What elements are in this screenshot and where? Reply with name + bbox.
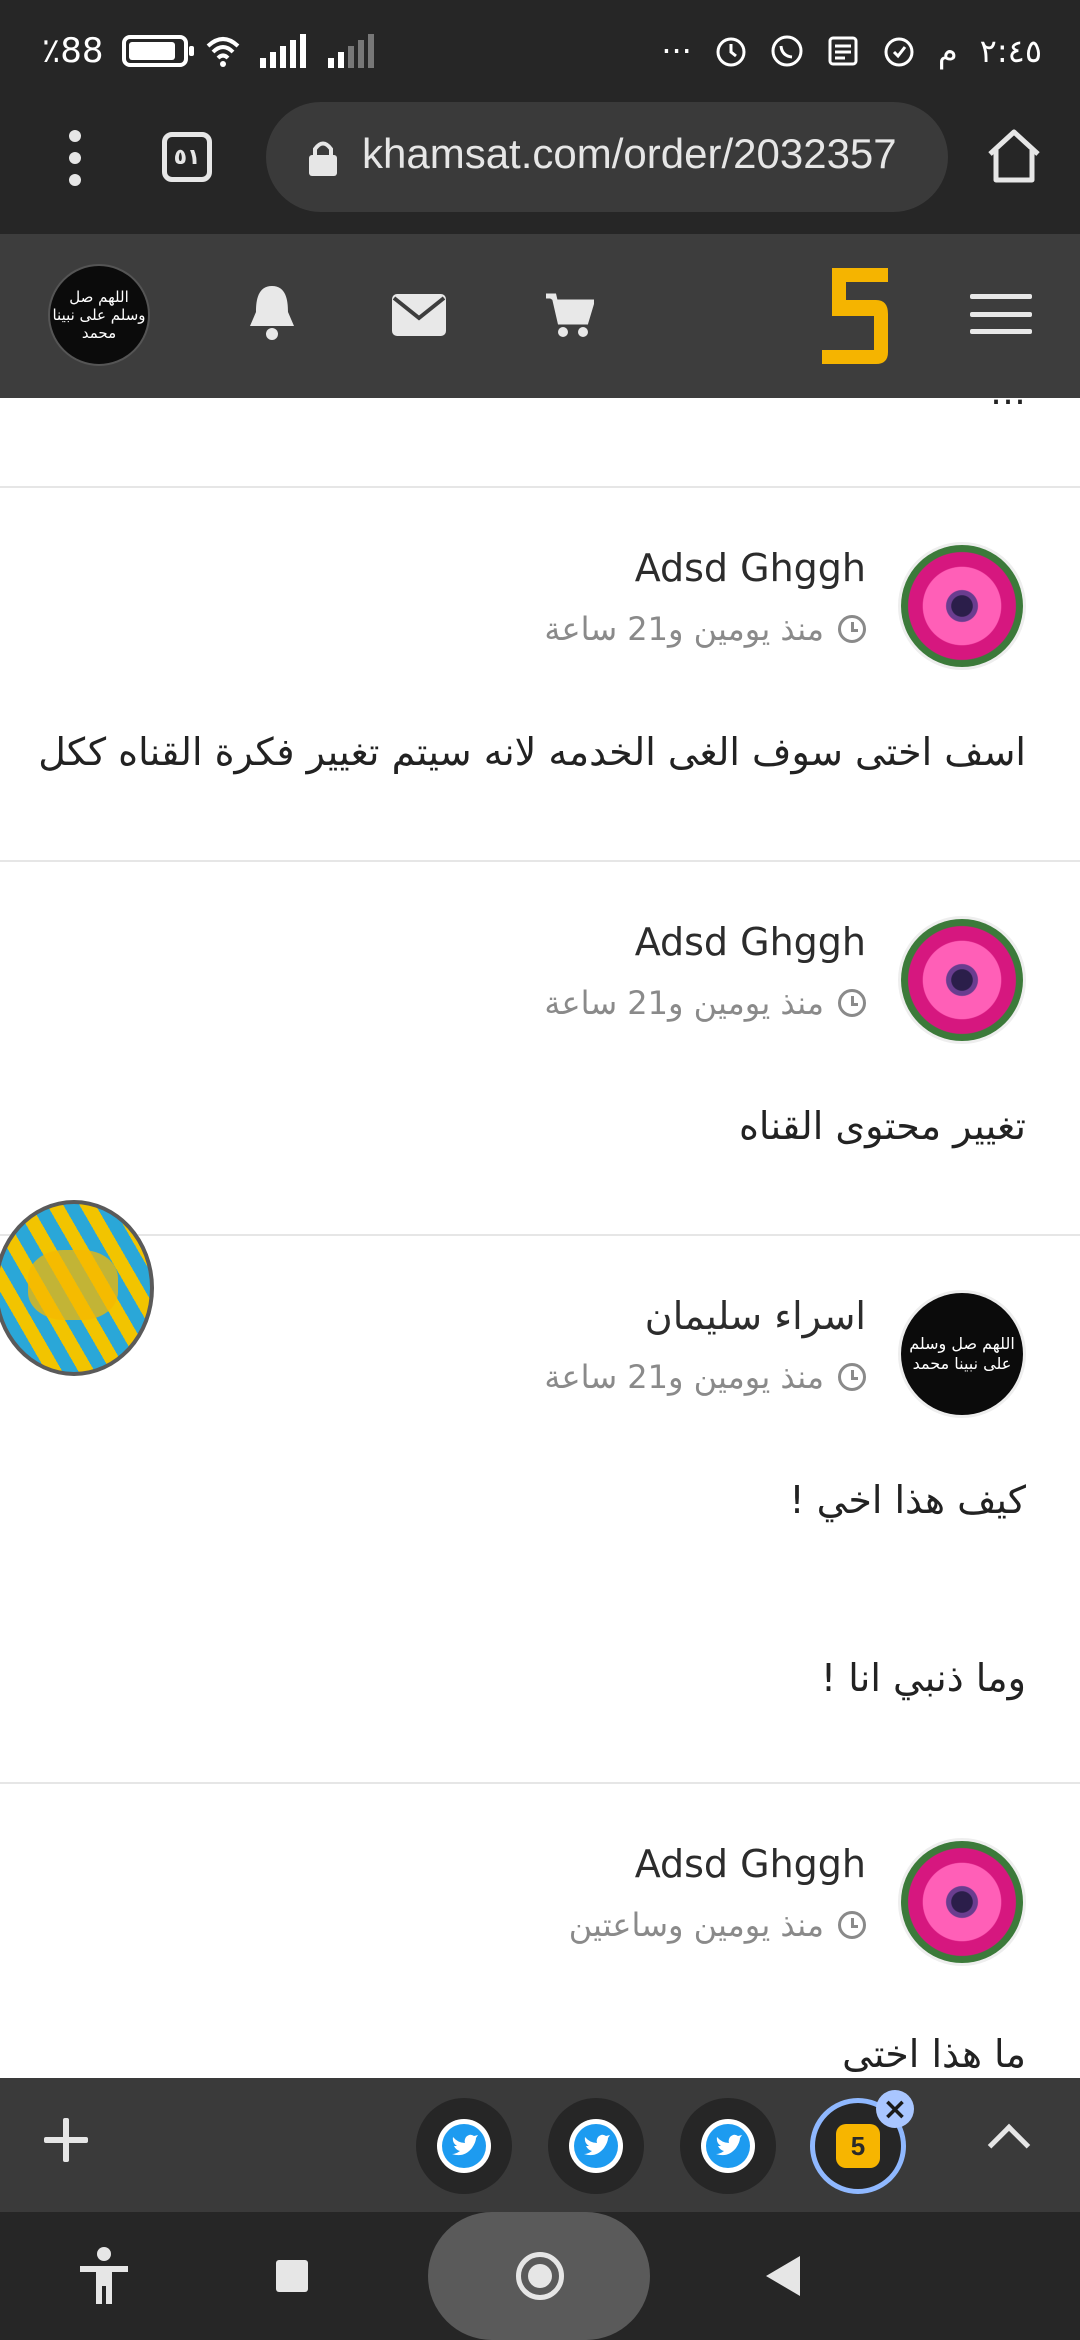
- clock-icon: [838, 615, 866, 643]
- lock-icon: [309, 141, 337, 176]
- close-tab-icon[interactable]: ×: [876, 2090, 914, 2128]
- ampm: م: [937, 32, 958, 70]
- divider: [0, 1234, 1080, 1236]
- flower-avatar-image: [901, 919, 1023, 1041]
- battery-icon: [121, 35, 194, 67]
- dark-avatar-image: اللهم صل وسلم على نبينا محمد: [901, 1293, 1023, 1415]
- news-icon: [828, 36, 858, 66]
- clock-icon: [838, 989, 866, 1017]
- comment-time: منذ يومين و21 ساعة: [544, 1358, 866, 1396]
- wifi-icon: [206, 37, 239, 67]
- accessibility-icon[interactable]: [76, 2246, 132, 2306]
- commenter-avatar[interactable]: [898, 916, 1026, 1044]
- bell-icon[interactable]: [246, 282, 298, 342]
- flower-avatar-image: [901, 1841, 1023, 1963]
- tab-switcher-button[interactable]: ٥١: [162, 132, 212, 182]
- battery-unit: ٪: [42, 31, 61, 71]
- chevron-up-icon[interactable]: [987, 2123, 1031, 2167]
- browser-menu-icon[interactable]: [68, 130, 82, 186]
- comment-time: منذ يومين و21 ساعة: [544, 984, 866, 1022]
- comment-body: اسف اختى سوف الغى الخدمه لانه سيتم تغيير…: [38, 730, 1026, 774]
- home-icon[interactable]: [984, 126, 1044, 186]
- new-tab-icon[interactable]: [44, 2118, 88, 2162]
- alarm-icon: [716, 37, 746, 67]
- signal-icon: [259, 34, 306, 68]
- divider: [0, 486, 1080, 488]
- clipped-message-text: …: [990, 398, 1026, 413]
- twitter-icon: [442, 2124, 486, 2168]
- commenter-avatar[interactable]: [898, 542, 1026, 670]
- tab-strip: 5 ×: [0, 2078, 1080, 2212]
- recents-button[interactable]: [276, 2260, 308, 2292]
- commenter-avatar[interactable]: اللهم صل وسلم على نبينا محمد: [898, 1290, 1026, 1418]
- clock-time: ٢:٤٥: [979, 32, 1042, 70]
- menu-icon[interactable]: [970, 294, 1032, 334]
- comment-body: كيف هذا اخي !: [789, 1478, 1026, 1522]
- divider: [0, 1782, 1080, 1784]
- clock-icon: [838, 1363, 866, 1391]
- commenter-name[interactable]: Adsd Ghggh: [635, 546, 866, 590]
- comment-time: منذ يومين وساعتين: [569, 1906, 866, 1944]
- user-avatar[interactable]: اللهم صل وسلم على نبينا محمد: [48, 264, 150, 366]
- status-right: ··· م ٢:٤٥: [661, 26, 1042, 76]
- url-text: khamsat.com/order/2032357: [362, 130, 897, 177]
- battery-level: 88: [60, 31, 104, 71]
- commenter-name[interactable]: Adsd Ghggh: [635, 1842, 866, 1886]
- commenter-name[interactable]: اسراء سليمان: [645, 1294, 866, 1338]
- khamsat-logo[interactable]: [818, 266, 890, 366]
- twitter-icon: [706, 2124, 750, 2168]
- system-nav-bar: [0, 2212, 1080, 2340]
- tab-twitter[interactable]: [680, 2098, 776, 2194]
- signal-weak-icon: [327, 34, 374, 68]
- divider: [0, 860, 1080, 862]
- cart-icon[interactable]: [544, 292, 594, 338]
- alarm-clock-icon: [884, 37, 914, 67]
- commenter-avatar[interactable]: [898, 1838, 1026, 1966]
- floating-chat-head[interactable]: [0, 1200, 154, 1376]
- home-button[interactable]: [516, 2252, 564, 2300]
- mail-icon[interactable]: [392, 294, 446, 336]
- more-notifications: ···: [661, 32, 692, 70]
- address-bar[interactable]: khamsat.com/order/2032357: [266, 102, 948, 212]
- comment-body: تغيير محتوى القناه: [738, 1104, 1026, 1148]
- comment-body: وما ذنبي انا !: [820, 1656, 1026, 1700]
- tab-twitter[interactable]: [416, 2098, 512, 2194]
- twitter-icon: [574, 2124, 618, 2168]
- clock-icon: [838, 1911, 866, 1939]
- back-button[interactable]: [766, 2256, 800, 2296]
- flower-avatar-image: [901, 545, 1023, 667]
- comment-body: ما هذا اختى: [842, 2032, 1026, 2076]
- tab-twitter[interactable]: [548, 2098, 644, 2194]
- khamsat-icon: 5: [836, 2124, 880, 2168]
- order-messages: … Adsd Ghggh منذ يومين و21 ساعة اسف اختى…: [0, 398, 1080, 2078]
- comment-time: منذ يومين و21 ساعة: [544, 610, 866, 648]
- status-bar: ٪88 ··· م ٢:٤٥: [0, 0, 1080, 100]
- user-avatar-text: اللهم صل وسلم على نبينا محمد: [52, 288, 146, 342]
- whatsapp-icon: [771, 35, 803, 67]
- battery-status: ٪88: [42, 26, 376, 76]
- commenter-name[interactable]: Adsd Ghggh: [635, 920, 866, 964]
- site-header: اللهم صل وسلم على نبينا محمد: [0, 234, 1080, 398]
